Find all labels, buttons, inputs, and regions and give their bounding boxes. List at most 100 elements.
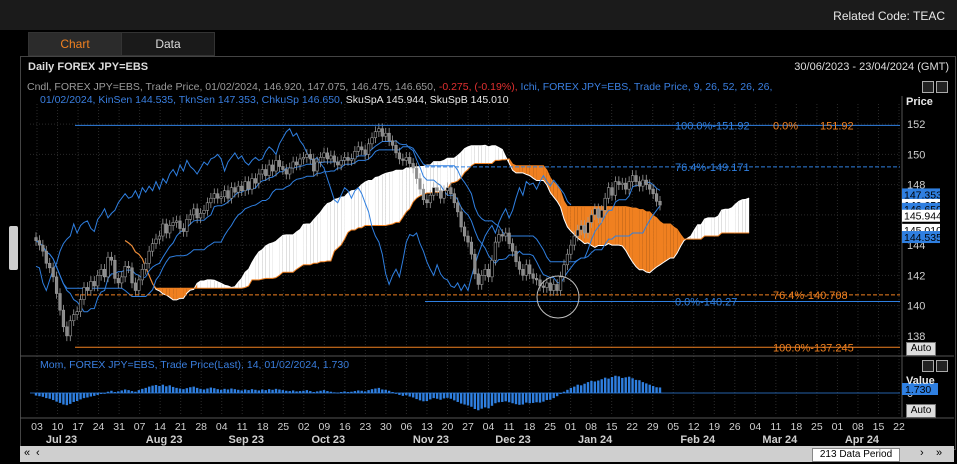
cloud-segment xyxy=(378,174,383,226)
momentum-bar xyxy=(507,393,511,403)
candle-body xyxy=(274,160,278,172)
momentum-bar xyxy=(586,382,590,393)
x-month-label: Nov 23 xyxy=(413,434,449,446)
candle-body xyxy=(236,185,240,193)
scroll-prev-icon[interactable]: ‹ xyxy=(36,447,40,459)
cloud-segment xyxy=(704,217,708,237)
momentum-bar xyxy=(576,384,579,393)
momentum-bar xyxy=(432,393,435,399)
candle-body xyxy=(198,213,203,219)
price-badge-label: 145.944 xyxy=(904,211,942,223)
cloud-segment xyxy=(615,206,619,246)
candle-body xyxy=(483,269,487,276)
cloud-segment xyxy=(639,209,643,270)
momentum-bar xyxy=(627,376,631,393)
candle-body xyxy=(534,278,539,281)
cloud-segment xyxy=(173,288,177,300)
momentum-bar xyxy=(271,389,274,393)
cloud-segment xyxy=(471,145,475,166)
x-tick-label: 20 xyxy=(442,421,454,433)
candle-body xyxy=(318,157,323,163)
momentum-bar xyxy=(123,389,127,393)
x-tick-label: 07 xyxy=(134,421,146,433)
candle-body xyxy=(466,235,470,243)
scroll-first-icon[interactable]: « xyxy=(24,447,30,459)
candle-body xyxy=(212,193,216,199)
candle-body xyxy=(380,128,384,137)
candle-body xyxy=(226,190,230,199)
momentum-bar xyxy=(278,389,281,393)
cloud-segment xyxy=(289,234,294,273)
candle-body xyxy=(658,200,662,206)
momentum-bar xyxy=(497,393,501,403)
momentum-bar xyxy=(614,375,617,393)
candle-body xyxy=(147,250,151,264)
candle-body xyxy=(432,187,436,196)
cloud-segment xyxy=(279,235,283,276)
candle-body xyxy=(346,157,350,161)
candle-body xyxy=(654,193,659,202)
fib-label-76-orange: 76.4%-140.708 xyxy=(773,290,848,302)
candle-body xyxy=(401,158,405,161)
cloud-segment xyxy=(317,212,321,264)
candle-body xyxy=(541,285,546,288)
cloud-segment xyxy=(444,158,448,192)
momentum-bar xyxy=(494,393,497,404)
momentum-bar xyxy=(501,393,504,402)
momentum-bar xyxy=(528,393,531,404)
candle-body xyxy=(582,225,587,234)
candle-body xyxy=(92,281,96,287)
cloud-segment xyxy=(402,168,407,218)
candle-body xyxy=(411,163,415,169)
candle-body xyxy=(606,187,611,199)
scroll-next-icon[interactable]: › xyxy=(920,447,924,459)
candle-body xyxy=(548,282,552,291)
momentum-bar xyxy=(267,389,271,393)
momentum-bar xyxy=(384,389,387,393)
cloud-segment xyxy=(320,207,324,262)
price-axis-title: Price xyxy=(906,96,933,108)
momentum-bar xyxy=(573,386,576,393)
candle-body xyxy=(312,158,316,172)
momentum-bar xyxy=(237,389,240,393)
x-tick-label: 14 xyxy=(154,421,166,433)
candle-body xyxy=(521,269,525,276)
candle-body xyxy=(624,182,628,190)
candle-body xyxy=(418,178,422,190)
candle-body xyxy=(394,145,398,154)
momentum-bar xyxy=(189,387,192,393)
candle-body xyxy=(630,175,635,182)
cloud-segment xyxy=(728,207,732,234)
momentum-bar xyxy=(250,389,254,393)
cloud-segment xyxy=(660,221,664,265)
cloud-segment xyxy=(581,206,585,244)
momentum-bar xyxy=(55,393,58,402)
scroll-last-icon[interactable]: » xyxy=(936,447,942,459)
momentum-bar xyxy=(566,389,569,393)
cloud-segment xyxy=(738,199,743,234)
cloud-segment xyxy=(725,209,729,234)
x-tick-label: 11 xyxy=(770,421,781,433)
candle-body xyxy=(202,210,206,214)
data-period-selector[interactable]: 213 Data Period xyxy=(812,448,900,462)
x-tick-label: 30 xyxy=(380,421,392,433)
candle-body xyxy=(205,202,210,211)
candle-body xyxy=(65,326,69,337)
candle-body xyxy=(51,267,55,278)
momentum-bar xyxy=(525,393,528,403)
momentum-bar xyxy=(621,377,624,393)
momentum-bar xyxy=(535,393,538,403)
candle-body xyxy=(96,275,100,287)
candle-body xyxy=(325,152,330,160)
momentum-bar xyxy=(490,393,494,406)
cloud-segment xyxy=(732,204,736,234)
candle-body xyxy=(449,187,453,195)
candle-body xyxy=(524,264,528,276)
candle-body xyxy=(168,225,172,234)
cloud-segment xyxy=(382,173,386,226)
momentum-bar xyxy=(62,393,65,405)
momentum-bar xyxy=(569,387,573,393)
x-tick-label: 04 xyxy=(749,421,761,433)
value-axis-title: Value xyxy=(906,375,935,387)
candle-body xyxy=(58,293,62,311)
